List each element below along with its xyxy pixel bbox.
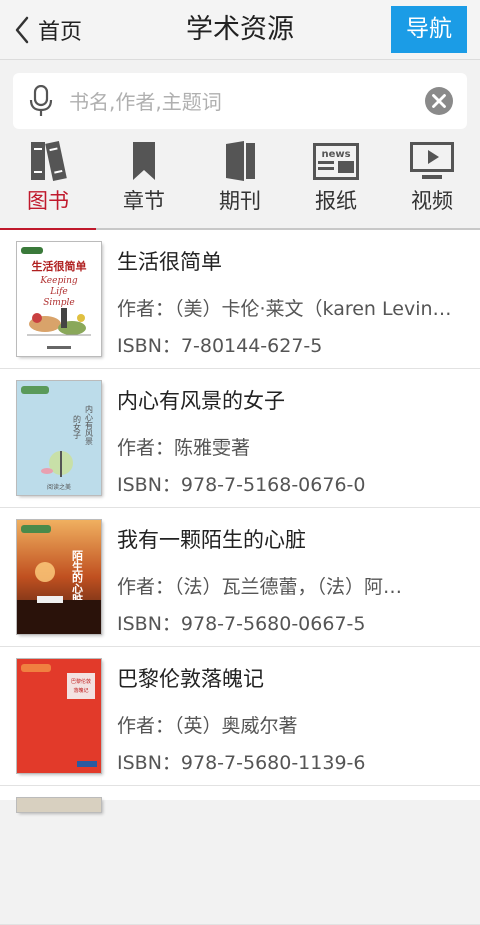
chevron-left-icon (15, 16, 29, 44)
tab-journals[interactable]: 期刊 (192, 140, 288, 228)
book-cover: 生活很简单 Keeping Life Simple (17, 242, 101, 356)
tab-journals-label: 期刊 (219, 189, 261, 213)
book-title: 生活很简单 (117, 250, 222, 274)
category-tabs: 图书 章节 期刊 news 报纸 视频 (0, 140, 480, 231)
book-list: 生活很简单 Keeping Life Simple 生活很简单 作者：（美）卡伦… (0, 230, 480, 925)
svg-text:news: news (321, 149, 350, 160)
book-title: 内心有风景的女子 (117, 389, 285, 413)
svg-text:Keeping: Keeping (39, 276, 78, 286)
book-item[interactable]: 内心有风景 的女子 阅读之美 内心有风景的女子 作者：陈雅雯著 ISBN：978… (0, 369, 480, 508)
navigation-button[interactable]: 导航 (391, 6, 467, 53)
tab-chapters[interactable]: 章节 (96, 140, 192, 228)
book-cover: 巴黎伦敦 落魄记 (17, 659, 101, 773)
back-label: 首页 (38, 20, 83, 45)
tab-videos-label: 视频 (411, 189, 453, 213)
book-isbn: ISBN：978-7-5680-0667-5 (117, 613, 366, 635)
svg-text:阅读之美: 阅读之美 (47, 483, 71, 491)
book-title: 我有一颗陌生的心脏 (117, 528, 306, 552)
journal-icon (226, 141, 255, 181)
book-cover: 内心有风景 的女子 阅读之美 (17, 381, 101, 495)
book-author: 作者：陈雅雯著 (117, 437, 251, 459)
book-title: 巴黎伦敦落魄记 (117, 667, 264, 691)
book-cover: 陌生的心脏 (17, 520, 101, 634)
search-input[interactable] (67, 81, 426, 123)
cover-title-text: 生活很简单 (32, 259, 87, 273)
book-cover (17, 798, 101, 812)
svg-text:陌生的心脏: 陌生的心脏 (71, 549, 84, 606)
video-icon (410, 142, 454, 179)
newspaper-icon: news (313, 143, 359, 180)
search-box (13, 73, 467, 129)
svg-text:Life: Life (49, 287, 68, 297)
svg-text:内心有风景: 内心有风景 (85, 404, 94, 445)
book-isbn: ISBN：978-7-5168-0676-0 (117, 474, 366, 496)
back-button[interactable]: 首页 (14, 10, 82, 50)
tab-newspapers[interactable]: news 报纸 (288, 140, 384, 228)
book-author: 作者：（法）瓦兰德蕾，（法）阿… (117, 576, 403, 598)
clear-search-icon[interactable] (425, 87, 453, 115)
book-item[interactable]: 巴黎伦敦 落魄记 巴黎伦敦落魄记 作者：（英）奥威尔著 ISBN：978-7-5… (0, 647, 480, 786)
svg-text:的女子: 的女子 (73, 414, 82, 439)
svg-text:巴黎伦敦: 巴黎伦敦 (71, 678, 91, 685)
book-item[interactable]: 陌生的心脏 我有一颗陌生的心脏 作者：（法）瓦兰德蕾，（法）阿… ISBN：97… (0, 508, 480, 647)
search-area (0, 60, 480, 140)
tab-videos[interactable]: 视频 (384, 140, 480, 228)
book-item[interactable] (0, 786, 480, 925)
book-author: 作者：（美）卡伦·莱文（karen Levine） (117, 298, 463, 320)
tab-books-label: 图书 (27, 189, 69, 213)
bookmark-icon (133, 142, 155, 180)
svg-text:Simple: Simple (43, 298, 75, 308)
book-isbn: ISBN：7-80144-627-5 (117, 335, 323, 357)
books-icon (31, 140, 67, 182)
tab-books[interactable]: 图书 (0, 140, 96, 231)
book-item[interactable]: 生活很简单 Keeping Life Simple 生活很简单 作者：（美）卡伦… (0, 230, 480, 369)
top-bar: 首页 学术资源 导航 (0, 0, 480, 60)
tab-chapters-label: 章节 (123, 189, 165, 213)
microphone-icon[interactable] (29, 85, 53, 117)
book-author: 作者：（英）奥威尔著 (117, 715, 298, 737)
svg-text:落魄记: 落魄记 (73, 687, 88, 694)
book-isbn: ISBN：978-7-5680-1139-6 (117, 752, 366, 774)
tab-newspapers-label: 报纸 (315, 189, 357, 213)
